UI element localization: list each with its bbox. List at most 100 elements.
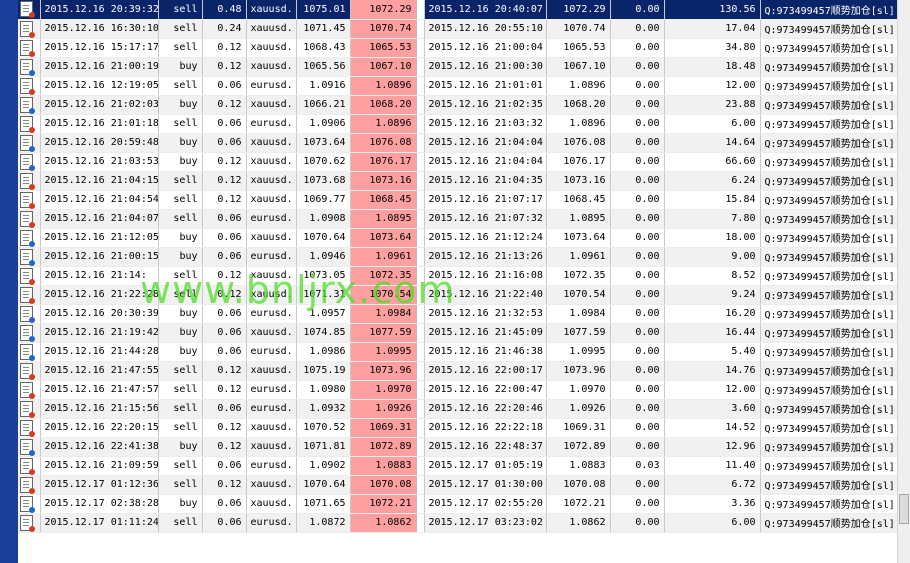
close-price2-cell: 1069.31 [546, 418, 611, 438]
table-row[interactable]: 2015.12.16 21:02:03 buy 0.12 xauusd. 1066.21… [18, 95, 899, 115]
lots-cell: 0.06 [202, 247, 247, 267]
table-row[interactable]: 2015.12.16 21:14: sell 0.12 xauusd. 1073.05 1… [18, 266, 899, 286]
open-time-cell: 2015.12.16 21:00:15 [40, 247, 159, 267]
table-row[interactable]: 2015.12.17 02:38:28 buy 0.06 xauusd. 1071.65… [18, 494, 899, 514]
open-time-cell: 2015.12.16 15:17:17 [40, 38, 159, 58]
type-cell: sell [158, 418, 203, 438]
vertical-scrollbar[interactable] [897, 0, 910, 563]
table-row[interactable]: 2015.12.16 20:59:48 buy 0.06 xauusd. 1073.64… [18, 133, 899, 153]
open-time-cell: 2015.12.16 12:19:05 [40, 76, 159, 96]
row-icon-cell [18, 437, 41, 457]
comment-cell: Q:973499457顺势加仓[sl] [760, 228, 899, 248]
gap [416, 171, 425, 191]
sell-order-icon [20, 476, 35, 493]
type-cell: sell [158, 171, 203, 191]
open-time-cell: 2015.12.16 21:00:19 [40, 57, 159, 77]
sell-order-icon [20, 115, 35, 132]
table-row[interactable]: 2015.12.16 21:47:55 sell 0.12 xauusd. 1075.1… [18, 361, 899, 381]
left-border-bar [0, 0, 18, 563]
open-price-cell: 1069.77 [296, 190, 351, 210]
type-cell: sell [158, 399, 203, 419]
table-row[interactable]: 2015.12.16 21:44:28 buy 0.06 eurusd. 1.0986 1… [18, 342, 899, 362]
table-row[interactable]: 2015.12.16 20:39:32 sell 0.48 xauusd. 1075.0… [18, 0, 899, 20]
table-row[interactable]: 2015.12.16 21:04:07 sell 0.06 eurusd. 1.0908… [18, 209, 899, 229]
open-time-cell: 2015.12.16 21:02:03 [40, 95, 159, 115]
comment-cell: Q:973499457顺势加仓[sl] [760, 247, 899, 267]
scrollbar-thumb[interactable] [899, 494, 909, 524]
open-time-cell: 2015.12.16 21:47:55 [40, 361, 159, 381]
swap-cell: 0.00 [610, 437, 665, 457]
profit-cell: 14.52 [664, 418, 761, 438]
lots-cell: 0.12 [202, 171, 247, 191]
swap-cell: 0.00 [610, 171, 665, 191]
table-row[interactable]: 2015.12.16 21:00:15 buy 0.06 eurusd. 1.0946 1… [18, 247, 899, 267]
table-row[interactable]: 2015.12.16 22:41:38 buy 0.12 xauusd. 1071.81… [18, 437, 899, 457]
row-icon-cell [18, 228, 41, 248]
table-row[interactable]: 2015.12.16 21:09:59 sell 0.06 eurusd. 1.0902… [18, 456, 899, 476]
table-row[interactable]: 2015.12.16 22:20:15 sell 0.12 xauusd. 1070.5… [18, 418, 899, 438]
table-row[interactable]: 2015.12.16 16:30:10 sell 0.24 xauusd. 1071.4… [18, 19, 899, 39]
gap [416, 38, 425, 58]
close-price2-cell: 1.0970 [546, 380, 611, 400]
close-price-cell: 1067.10 [350, 57, 417, 77]
type-cell: sell [158, 190, 203, 210]
close-time-cell: 2015.12.16 20:55:10 [424, 19, 547, 39]
symbol-cell: xauusd. [246, 475, 297, 495]
close-price2-cell: 1065.53 [546, 38, 611, 58]
symbol-cell: eurusd. [246, 247, 297, 267]
swap-cell: 0.00 [610, 513, 665, 533]
swap-cell: 0.00 [610, 38, 665, 58]
table-row[interactable]: 2015.12.16 21:03:53 buy 0.12 xauusd. 1070.62… [18, 152, 899, 172]
trade-history-table: 2015.12.16 20:39:32 sell 0.48 xauusd. 1075.0… [18, 0, 899, 533]
row-icon-cell [18, 513, 41, 533]
buy-order-icon [20, 96, 35, 113]
open-price-cell: 1070.64 [296, 228, 351, 248]
gap [416, 323, 425, 343]
comment-cell: Q:973499457顺势加仓[sl] [760, 342, 899, 362]
swap-cell: 0.00 [610, 152, 665, 172]
close-price2-cell: 1077.59 [546, 323, 611, 343]
open-price-cell: 1070.62 [296, 152, 351, 172]
gap [416, 380, 425, 400]
table-row[interactable]: 2015.12.16 21:04:54 sell 0.12 xauusd. 1069.7… [18, 190, 899, 210]
table-row[interactable]: 2015.12.17 01:11:24 sell 0.06 eurusd. 1.0872… [18, 513, 899, 533]
table-row[interactable]: 2015.12.16 21:04:15 sell 0.12 xauusd. 1073.6… [18, 171, 899, 191]
type-cell: sell [158, 0, 203, 20]
table-row[interactable]: 2015.12.16 21:19:42 buy 0.06 xauusd. 1074.85… [18, 323, 899, 343]
table-row[interactable]: 2015.12.17 01:12:36 sell 0.12 xauusd. 1070.6… [18, 475, 899, 495]
row-icon-cell [18, 494, 41, 514]
symbol-cell: xauusd. [246, 361, 297, 381]
close-price-cell: 1.0926 [350, 399, 417, 419]
symbol-cell: xauusd. [246, 95, 297, 115]
close-price2-cell: 1.0926 [546, 399, 611, 419]
symbol-cell: eurusd. [246, 209, 297, 229]
table-row[interactable]: 2015.12.16 21:01:18 sell 0.06 eurusd. 1.0906… [18, 114, 899, 134]
close-price-cell: 1.0896 [350, 114, 417, 134]
table-row[interactable]: 2015.12.16 20:30:39 buy 0.06 eurusd. 1.0957 1… [18, 304, 899, 324]
close-price-cell: 1072.89 [350, 437, 417, 457]
table-row[interactable]: 2015.12.16 21:12:05 buy 0.06 xauusd. 1070.64… [18, 228, 899, 248]
profit-cell: 34.80 [664, 38, 761, 58]
close-price2-cell: 1068.20 [546, 95, 611, 115]
sell-order-icon [20, 267, 35, 284]
buy-order-icon [20, 229, 35, 246]
table-row[interactable]: 2015.12.16 15:17:17 sell 0.12 xauusd. 1068.4… [18, 38, 899, 58]
row-icon-cell [18, 190, 41, 210]
comment-cell: Q:973499457顺势加仓[sl] [760, 323, 899, 343]
table-row[interactable]: 2015.12.16 21:22:28 sell 0.12 xauusd. 1071.3… [18, 285, 899, 305]
type-cell: sell [158, 209, 203, 229]
row-icon-cell [18, 247, 41, 267]
comment-cell: Q:973499457顺势加仓[sl] [760, 38, 899, 58]
gap [416, 475, 425, 495]
close-time-cell: 2015.12.17 01:30:00 [424, 475, 547, 495]
row-icon-cell [18, 456, 41, 476]
type-cell: sell [158, 456, 203, 476]
table-row[interactable]: 2015.12.16 21:00:19 buy 0.12 xauusd. 1065.56… [18, 57, 899, 77]
close-time-cell: 2015.12.16 21:03:32 [424, 114, 547, 134]
table-row[interactable]: 2015.12.16 21:47:57 sell 0.12 eurusd. 1.0980… [18, 380, 899, 400]
open-price-cell: 1074.85 [296, 323, 351, 343]
comment-cell: Q:973499457顺势加仓[sl] [760, 266, 899, 286]
table-row[interactable]: 2015.12.16 12:19:05 sell 0.06 eurusd. 1.0916… [18, 76, 899, 96]
table-row[interactable]: 2015.12.16 21:15:56 sell 0.06 eurusd. 1.0932… [18, 399, 899, 419]
close-price-cell: 1076.17 [350, 152, 417, 172]
